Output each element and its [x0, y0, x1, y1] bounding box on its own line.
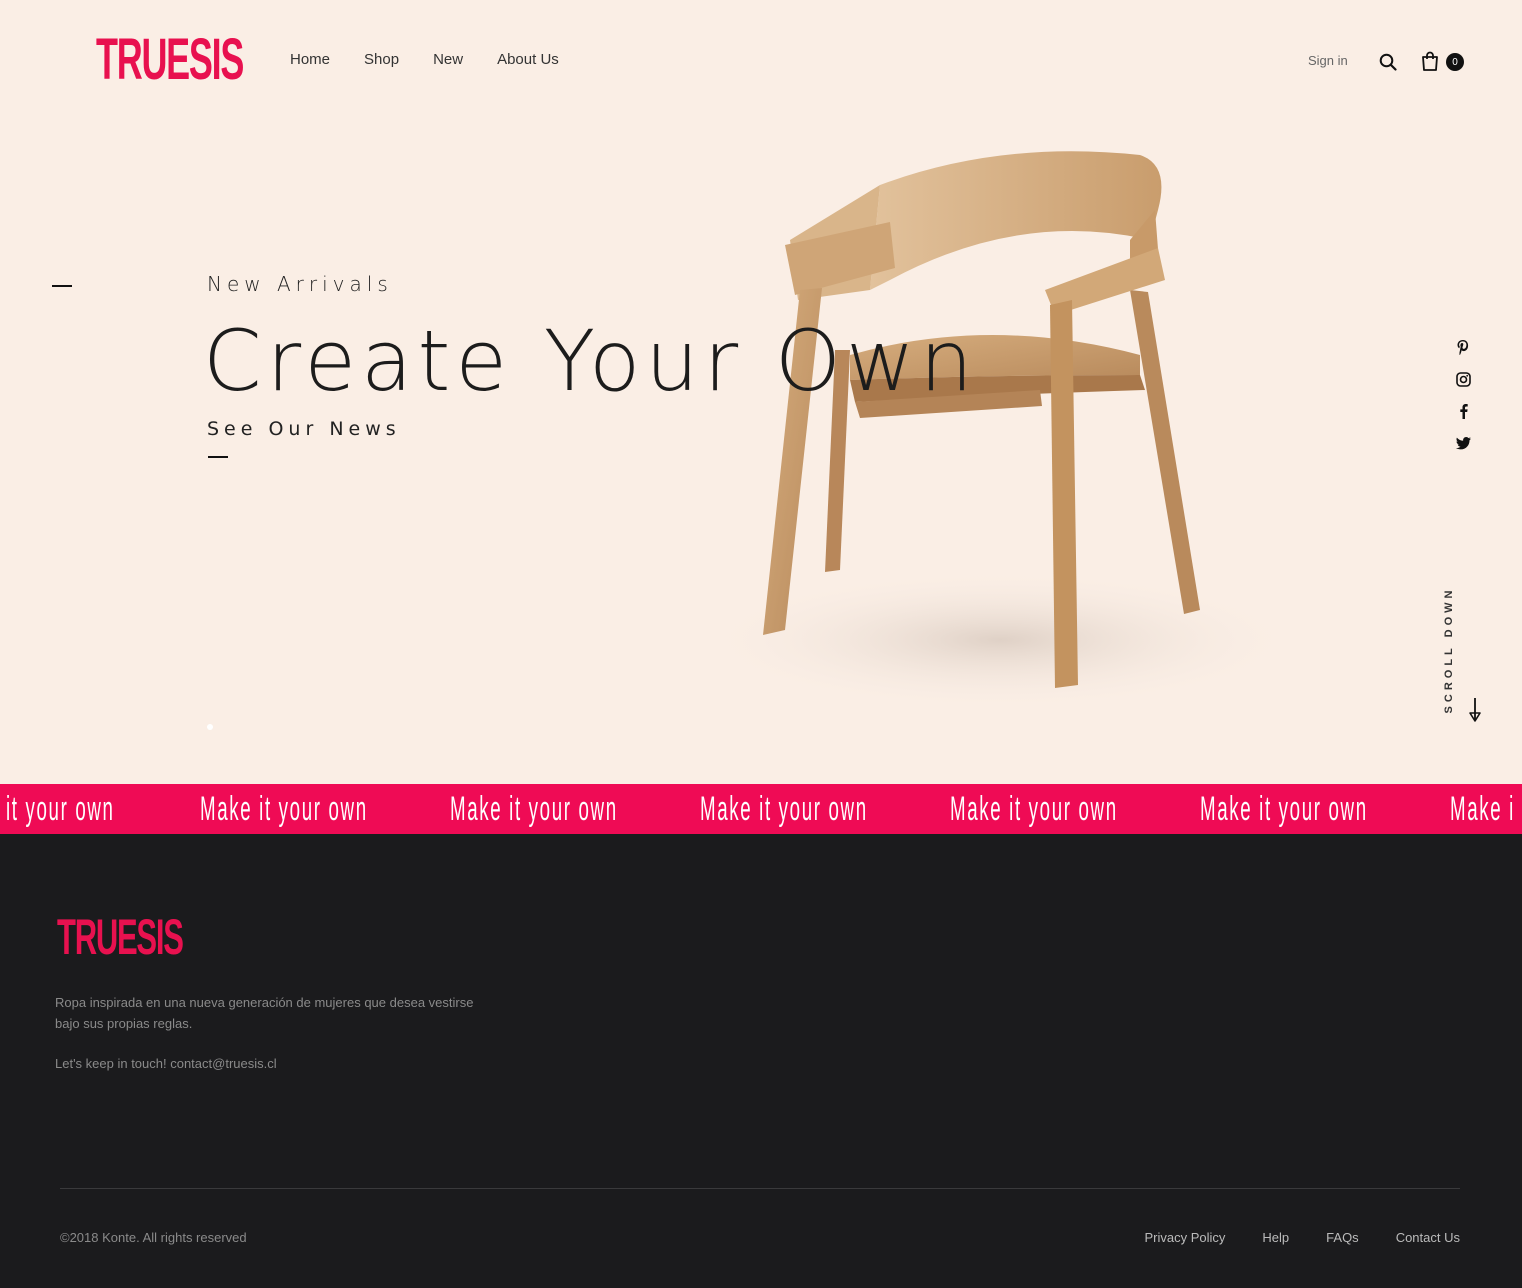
shopping-bag-icon[interactable] — [1421, 51, 1439, 71]
footer-link-contact-us[interactable]: Contact Us — [1396, 1230, 1460, 1245]
marquee-text: Make it your own — [200, 790, 368, 828]
footer-divider — [60, 1188, 1460, 1189]
footer-link-faqs[interactable]: FAQs — [1326, 1230, 1359, 1245]
scroll-down-label[interactable]: SCROLL DOWN — [1443, 587, 1455, 714]
arrow-down-icon[interactable] — [1466, 696, 1484, 724]
instagram-icon[interactable] — [1454, 370, 1472, 388]
sign-in-link[interactable]: Sign in — [1308, 53, 1348, 68]
hero-title: Create Your Own — [203, 312, 978, 410]
hero-subtitle: New Arrivals — [207, 272, 393, 296]
copyright-text: ©2018 Konte. All rights reserved — [60, 1230, 247, 1245]
twitter-icon[interactable] — [1454, 434, 1472, 452]
facebook-icon[interactable] — [1454, 402, 1472, 420]
cart-count-badge: 0 — [1446, 53, 1464, 71]
marquee-text: Make it your own — [950, 790, 1118, 828]
nav-item-about-us[interactable]: About Us — [497, 51, 559, 68]
pinterest-icon[interactable] — [1454, 338, 1472, 356]
footer-links: Privacy Policy Help FAQs Contact Us — [1108, 1230, 1461, 1245]
slider-dot[interactable] — [207, 724, 213, 730]
site-footer: TRUESIS Ropa inspirada en una nueva gene… — [0, 834, 1522, 1288]
slide-indicator-dash — [52, 285, 72, 287]
footer-link-help[interactable]: Help — [1262, 1230, 1289, 1245]
nav-item-shop[interactable]: Shop — [364, 51, 399, 68]
marquee-banner: it your own Make it your own Make it you… — [0, 784, 1522, 834]
marquee-text: it your own — [6, 790, 115, 828]
marquee-text: Make it your own — [700, 790, 868, 828]
chair-image — [700, 151, 1300, 710]
search-icon[interactable] — [1379, 53, 1397, 71]
footer-description: Ropa inspirada en una nueva generación d… — [55, 995, 474, 1031]
footer-contact: Let's keep in touch! contact@truesis.cl — [55, 1056, 277, 1071]
footer-link-privacy-policy[interactable]: Privacy Policy — [1145, 1230, 1226, 1245]
marquee-text: Make it your own — [450, 790, 618, 828]
marquee-text: Make i — [1450, 790, 1515, 828]
hero-section: TRUESIS Home Shop New About Us Sign in 0 — [0, 0, 1522, 784]
see-our-news-link[interactable]: See Our News — [207, 418, 401, 440]
main-nav: Home Shop New About Us — [290, 51, 593, 68]
nav-item-new[interactable]: New — [433, 51, 463, 68]
marquee-text: Make it your own — [1200, 790, 1368, 828]
nav-item-home[interactable]: Home — [290, 51, 330, 68]
link-underline — [208, 456, 228, 458]
footer-logo[interactable]: TRUESIS — [57, 912, 260, 962]
